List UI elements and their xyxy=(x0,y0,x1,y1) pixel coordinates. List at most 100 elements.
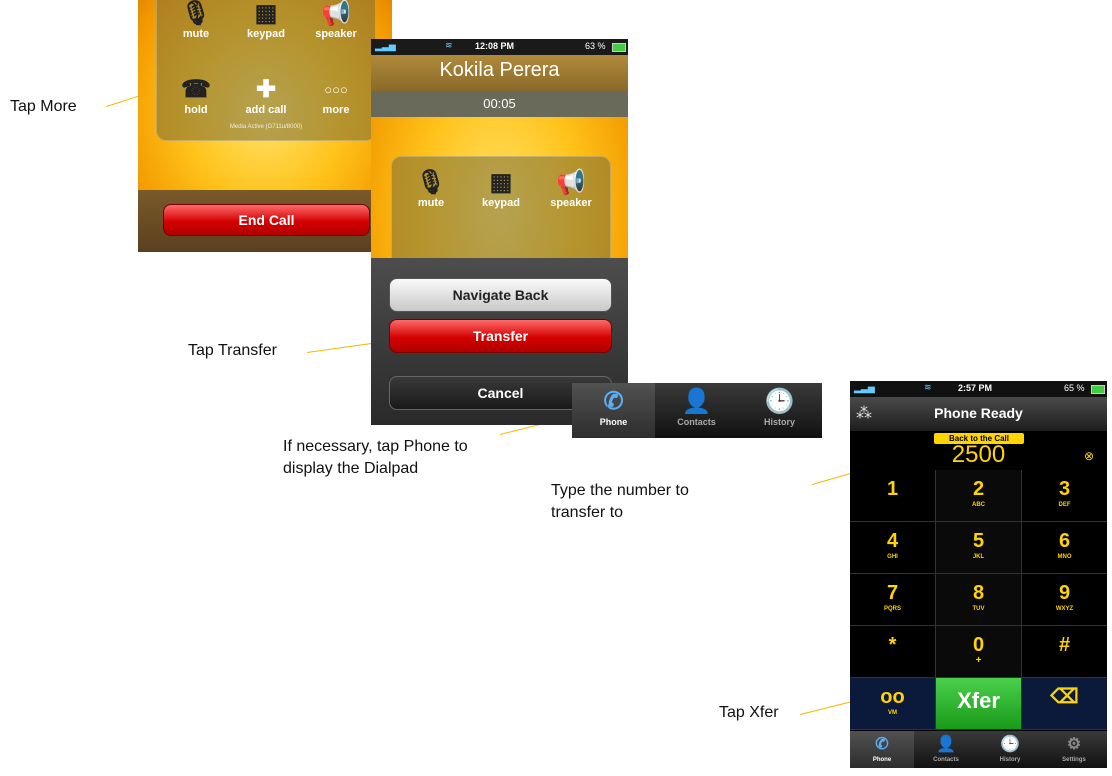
key-letters: JKL xyxy=(972,554,985,560)
transfer-menu-screenshot: ▂▃▅ ≋ 12:08 PM 63 % Kokila Perera 00:05 … xyxy=(371,39,628,425)
tab-history[interactable]: 🕒 History xyxy=(978,731,1042,768)
key-digit: * xyxy=(888,634,897,656)
keypad-icon: ▦ xyxy=(254,0,278,27)
battery-percent: 65 % xyxy=(1064,383,1085,393)
key-digit: 1 xyxy=(886,478,899,500)
key-8[interactable]: 8 TUV xyxy=(936,574,1022,626)
key-digit: 4 xyxy=(886,530,899,552)
speaker-button[interactable]: 📢 speaker xyxy=(536,169,606,209)
speaker-button[interactable]: 📢 speaker xyxy=(301,0,371,40)
voicemail-label: VM xyxy=(888,710,897,716)
media-status-text: Media Active (G711u/8000) xyxy=(229,124,303,130)
key-5[interactable]: 5 JKL xyxy=(936,522,1022,574)
clock-icon: 🕒 xyxy=(1000,736,1020,753)
key-hash[interactable]: # xyxy=(1022,626,1107,678)
mute-button[interactable]: 🎙 mute xyxy=(396,169,466,209)
key-letters: GHI xyxy=(887,554,898,560)
keypad-label: keypad xyxy=(482,197,520,209)
key-digit: 5 xyxy=(972,530,985,552)
tab-phone[interactable]: ✆ Phone xyxy=(850,731,914,768)
caption-tap-phone: If necessary, tap Phone to display the D… xyxy=(283,436,468,480)
hold-phone-icon: ☎ xyxy=(181,76,211,103)
caption-type-number-line2: transfer to xyxy=(551,504,624,521)
clear-icon[interactable]: ⊗ xyxy=(1084,449,1094,463)
dial-number-display: 2500 xyxy=(951,441,1006,468)
key-3[interactable]: 3 DEF xyxy=(1022,470,1107,522)
end-call-button[interactable]: End Call xyxy=(163,204,370,236)
key-digit: 3 xyxy=(1058,478,1071,500)
tab-phone-label: Phone xyxy=(872,757,892,763)
wifi-icon: ≋ xyxy=(924,382,932,392)
tab-contacts-label: Contacts xyxy=(933,757,959,763)
keypad-button[interactable]: ▦ keypad xyxy=(231,0,301,40)
phone-icon: ✆ xyxy=(875,736,889,753)
keypad-label: keypad xyxy=(247,28,285,40)
caption-tap-phone-line2: display the Dialpad xyxy=(283,460,419,477)
key-digit: # xyxy=(1058,634,1071,656)
add-call-button[interactable]: ✚ add call xyxy=(231,76,301,116)
key-letters: + xyxy=(975,655,982,666)
more-button[interactable]: ○○○ more xyxy=(301,76,371,116)
key-star[interactable]: * xyxy=(850,626,936,678)
caption-type-number-line1: Type the number to xyxy=(551,482,689,499)
status-time: 2:57 PM xyxy=(958,383,993,393)
signal-icon: ▂▃▅ xyxy=(854,383,875,393)
tab-contacts[interactable]: 👤 Contacts xyxy=(914,731,978,768)
tab-bar-screenshot: ✆ Phone 👤 Contacts 🕒 History xyxy=(572,383,822,438)
speaker-label: speaker xyxy=(315,28,357,40)
tab-contacts[interactable]: 👤 Contacts xyxy=(655,383,738,438)
key-digit: 9 xyxy=(1058,582,1071,604)
battery-percent: 63 % xyxy=(585,41,606,51)
microphone-mute-icon: 🎙 xyxy=(415,169,447,196)
delete-button[interactable]: ⌫ xyxy=(1022,678,1107,730)
navigate-back-button[interactable]: Navigate Back xyxy=(389,278,612,312)
tab-settings[interactable]: ⚙ Settings xyxy=(1042,731,1106,768)
phone-icon: ✆ xyxy=(603,388,624,415)
key-9[interactable]: 9 WXYZ xyxy=(1022,574,1107,626)
dialpad-screenshot: ▂▃▅ ≋ 2:57 PM 65 % ⁂ Phone Ready Back to… xyxy=(850,381,1107,768)
key-4[interactable]: 4 GHI xyxy=(850,522,936,574)
status-time: 12:08 PM xyxy=(475,41,515,51)
caption-tap-more: Tap More xyxy=(10,98,77,115)
xfer-button[interactable]: Xfer xyxy=(936,678,1022,730)
xfer-label: Xfer xyxy=(957,688,1000,713)
tab-phone-label: Phone xyxy=(599,417,628,427)
wifi-icon: ≋ xyxy=(445,40,453,50)
tab-phone[interactable]: ✆ Phone xyxy=(572,383,655,438)
keypad-button[interactable]: ▦ keypad xyxy=(466,169,536,209)
key-6[interactable]: 6 MNO xyxy=(1022,522,1107,574)
gear-icon: ⚙ xyxy=(1066,736,1082,753)
tab-settings-label: Settings xyxy=(1062,757,1086,763)
caller-name: Kokila Perera xyxy=(439,59,560,81)
tab-history-label: History xyxy=(999,757,1021,763)
caption-tap-xfer: Tap Xfer xyxy=(719,704,779,721)
speaker-icon: 📢 xyxy=(321,0,351,27)
key-digit: 0 xyxy=(972,634,985,656)
tab-history-label: History xyxy=(763,417,795,427)
key-digit: 7 xyxy=(886,582,899,604)
key-letters: MNO xyxy=(1057,554,1072,560)
key-1[interactable]: 1 xyxy=(850,470,936,522)
hold-button[interactable]: ☎ hold xyxy=(161,76,231,116)
key-2[interactable]: 2 ABC xyxy=(936,470,1022,522)
tab-contacts-label: Contacts xyxy=(677,417,716,427)
caption-type-number: Type the number to transfer to xyxy=(551,480,689,524)
more-label: more xyxy=(322,104,350,116)
microphone-mute-icon: 🎙 xyxy=(180,0,212,27)
transfer-button[interactable]: Transfer xyxy=(389,319,612,353)
contacts-icon: 👤 xyxy=(681,388,712,415)
add-call-label: add call xyxy=(245,104,287,116)
hold-label: hold xyxy=(184,104,208,116)
mute-label: mute xyxy=(417,197,445,209)
key-7[interactable]: 7 PQRS xyxy=(850,574,936,626)
tab-bar: ✆ Phone 👤 Contacts 🕒 History ⚙ Settings xyxy=(850,731,1107,768)
contacts-icon: 👤 xyxy=(936,736,956,753)
key-0[interactable]: 0 + xyxy=(936,626,1022,678)
key-letters: PQRS xyxy=(883,606,901,612)
key-digit: 6 xyxy=(1058,530,1071,552)
voicemail-button[interactable]: oo VM xyxy=(850,678,936,730)
caption-tap-phone-line1: If necessary, tap Phone to xyxy=(283,438,468,455)
key-letters: TUV xyxy=(972,606,985,612)
mute-button[interactable]: 🎙 mute xyxy=(161,0,231,40)
tab-history[interactable]: 🕒 History xyxy=(738,383,821,438)
